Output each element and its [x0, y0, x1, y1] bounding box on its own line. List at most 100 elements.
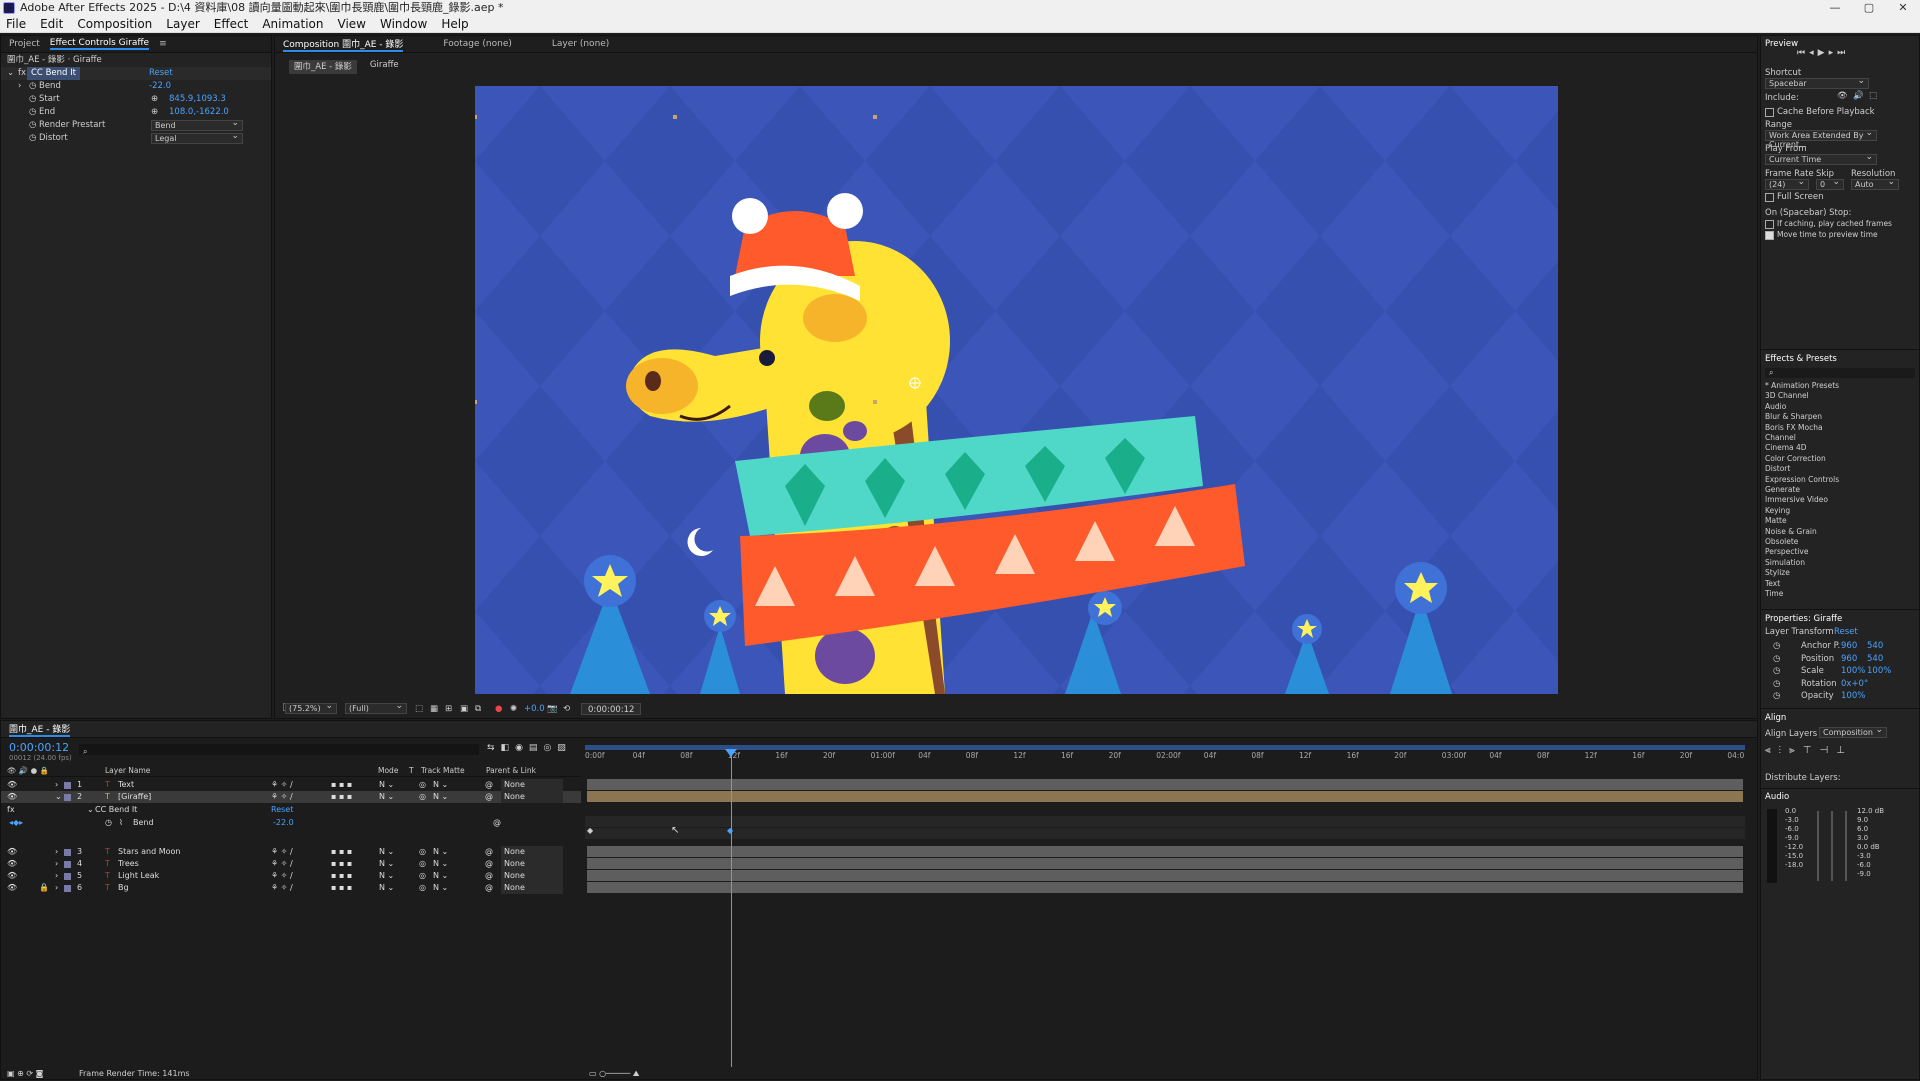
effects-category-item[interactable]: Perspective: [1765, 547, 1808, 556]
snapshot-icon[interactable]: 📷: [547, 700, 558, 718]
timeline-layer-row[interactable]: 👁 ⌄ 2 T [Giraffe] ⚘ ✧ ∕ ▪ ▪ ▪ N ⌄ ◎ N ⌄ …: [1, 791, 581, 803]
move-time-checkbox[interactable]: [1765, 231, 1774, 240]
exposure-icon[interactable]: ✺: [510, 700, 517, 718]
track-matte-icon[interactable]: ◎: [419, 846, 426, 858]
stopwatch-icon[interactable]: ◷: [1773, 654, 1780, 664]
visibility-eye-icon[interactable]: 👁: [7, 858, 17, 870]
effect-reset-link[interactable]: Reset: [149, 67, 173, 80]
stopwatch-icon[interactable]: ◷: [29, 80, 36, 93]
effects-category-item[interactable]: Keying: [1765, 506, 1790, 515]
tab-timeline-comp[interactable]: 圍巾_AE - 錄影: [9, 722, 71, 737]
transform-value-1[interactable]: 960: [1841, 654, 1857, 664]
keyframe-nav-icon[interactable]: ◂◆▸: [9, 817, 23, 829]
transform-value-1[interactable]: 100%: [1841, 691, 1865, 701]
mode-dropdown[interactable]: N ⌄: [379, 858, 394, 870]
range-dropdown[interactable]: Work Area Extended By Current...: [1765, 129, 1877, 149]
stopwatch-icon[interactable]: ◷: [1773, 666, 1780, 676]
minimize-button[interactable]: —: [1818, 0, 1852, 16]
fx-reset-link[interactable]: Reset: [271, 804, 293, 816]
visibility-eye-icon[interactable]: 👁: [7, 882, 17, 894]
cache-before-checkbox[interactable]: [1765, 108, 1774, 117]
align-top-icon[interactable]: ⊤: [1803, 745, 1820, 756]
visibility-eye-icon[interactable]: 👁: [7, 870, 17, 882]
stopwatch-icon[interactable]: ◷: [1773, 641, 1780, 651]
keyframe-start[interactable]: ◆: [587, 826, 593, 835]
menu-layer[interactable]: Layer: [166, 17, 199, 31]
include-audio-icon[interactable]: 🔊: [1853, 91, 1864, 101]
expression-pick-whip-icon[interactable]: @: [493, 817, 501, 829]
mode-dropdown[interactable]: N ⌄: [379, 870, 394, 882]
layer-quality-switches[interactable]: ▪ ▪ ▪: [331, 882, 352, 894]
layer-twirl-icon[interactable]: ›: [55, 779, 58, 791]
effects-category-item[interactable]: Stylize: [1765, 568, 1790, 577]
layer-switches-icons[interactable]: ⚘ ✧ ∕: [271, 870, 293, 882]
layer-quality-switches[interactable]: ▪ ▪ ▪: [331, 779, 352, 791]
visibility-eye-icon[interactable]: 👁: [7, 779, 17, 791]
effects-category-item[interactable]: Time: [1765, 589, 1783, 598]
subtab-giraffe[interactable]: Giraffe: [365, 60, 404, 74]
track-matte-dropdown[interactable]: N ⌄: [433, 791, 448, 803]
track-matte-icon[interactable]: ◎: [419, 791, 426, 803]
audio-slider-right[interactable]: [1845, 811, 1847, 881]
timeline-layer-row[interactable]: 👁 › 4 T Trees ⚘ ✧ ∕ ▪ ▪ ▪ N ⌄ ◎ N ⌄ @ No…: [1, 858, 581, 870]
layer-label-color[interactable]: [64, 873, 71, 880]
resolution-dropdown[interactable]: Auto: [1851, 178, 1899, 190]
effects-category-item[interactable]: Color Correction: [1765, 454, 1826, 463]
layer-name[interactable]: Light Leak: [118, 870, 159, 882]
align-left-icon[interactable]: ⫷: [1765, 745, 1779, 756]
timeline-search-input[interactable]: ⌕: [79, 744, 479, 756]
first-frame-icon[interactable]: ⏮: [1797, 48, 1809, 58]
transform-value-1[interactable]: 960: [1841, 641, 1857, 651]
track-matte-dropdown[interactable]: N ⌄: [433, 870, 448, 882]
frame-rate-dropdown[interactable]: (24): [1765, 178, 1809, 190]
align-right-icon[interactable]: ⫸: [1789, 745, 1803, 756]
exposure-value[interactable]: +0.0: [524, 700, 545, 718]
full-screen-checkbox[interactable]: [1765, 193, 1774, 202]
zoom-dropdown[interactable]: (75.2%): [285, 702, 337, 714]
layer-duration-bar[interactable]: [587, 779, 1743, 790]
timeline-footer-icons[interactable]: ▣ ⊕ ⟳ ◙: [7, 1067, 43, 1081]
align-hcenter-icon[interactable]: ⫶: [1779, 745, 1790, 756]
tab-effect-controls[interactable]: Effect Controls Giraffe: [49, 38, 150, 50]
layer-name[interactable]: Bg: [118, 882, 129, 894]
menu-help[interactable]: Help: [441, 17, 468, 31]
prop-value[interactable]: 108.0,-1622.0: [169, 106, 229, 119]
bend-value[interactable]: -22.0: [273, 817, 294, 829]
align-vcenter-icon[interactable]: ⊣: [1820, 745, 1837, 756]
layer-name[interactable]: Stars and Moon: [118, 846, 180, 858]
transform-value-2[interactable]: 540: [1867, 654, 1883, 664]
effects-category-item[interactable]: Expression Controls: [1765, 475, 1839, 484]
zoom-slider-icon[interactable]: ▭ ○───── ⛰: [589, 1067, 639, 1081]
layer-duration-bar[interactable]: [587, 882, 1743, 893]
lock-icon[interactable]: 🔒: [39, 882, 49, 894]
layer-twirl-icon[interactable]: ›: [55, 870, 58, 882]
tab-project[interactable]: Project: [9, 39, 40, 49]
transform-value-1[interactable]: 0x+0°: [1841, 679, 1868, 689]
effects-category-item[interactable]: Boris FX Mocha: [1765, 423, 1823, 432]
tab-composition[interactable]: Composition 圍巾_AE - 錄影: [283, 37, 404, 52]
stopwatch-icon[interactable]: ◷: [29, 106, 36, 119]
menu-composition[interactable]: Composition: [77, 17, 152, 31]
if-caching-checkbox[interactable]: [1765, 220, 1774, 229]
shortcut-dropdown[interactable]: Spacebar: [1765, 77, 1869, 89]
align-bottom-icon[interactable]: ⊥: [1836, 745, 1853, 756]
subtab-comp[interactable]: 圍巾_AE - 錄影: [289, 60, 357, 74]
align-to-dropdown[interactable]: Composition: [1819, 726, 1887, 738]
close-button[interactable]: ✕: [1886, 0, 1920, 16]
next-frame-icon[interactable]: ▸: [1829, 48, 1838, 58]
layer-label-color[interactable]: [64, 885, 71, 892]
effect-row-cc-bend-it[interactable]: ⌄ fx CC Bend It Reset: [1, 67, 271, 80]
fx-name[interactable]: CC Bend It: [95, 804, 137, 816]
prop-value[interactable]: -22.0: [149, 80, 171, 93]
audio-slider-left[interactable]: [1817, 811, 1819, 881]
layer-duration-bar[interactable]: [587, 846, 1743, 857]
layer-quality-switches[interactable]: ▪ ▪ ▪: [331, 791, 352, 803]
menu-edit[interactable]: Edit: [40, 17, 63, 31]
menu-file[interactable]: File: [6, 17, 26, 31]
timeline-layer-row[interactable]: 👁 › 3 T Stars and Moon ⚘ ✧ ∕ ▪ ▪ ▪ N ⌄ ◎…: [1, 846, 581, 858]
play-from-dropdown[interactable]: Current Time: [1765, 153, 1877, 165]
fx-twirl-icon[interactable]: ⌄: [87, 804, 94, 816]
current-time-field[interactable]: 0:00:00:12: [581, 703, 642, 715]
layer-name-header[interactable]: Layer Name: [105, 765, 150, 777]
current-time-indicator[interactable]: [731, 749, 732, 1067]
